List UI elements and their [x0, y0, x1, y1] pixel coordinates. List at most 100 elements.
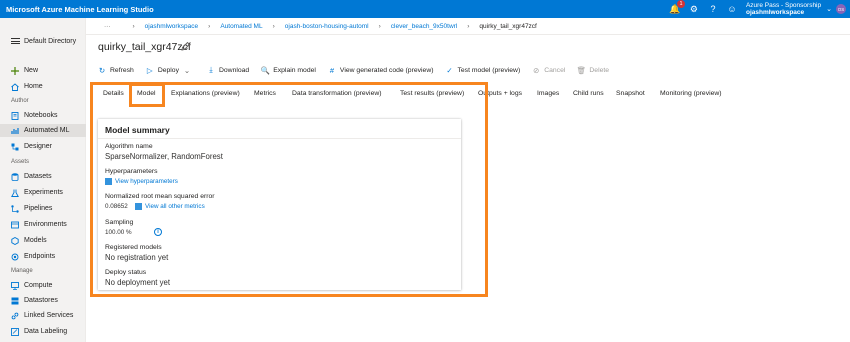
sidebar-item-compute[interactable]: Compute: [0, 279, 86, 292]
cancel-button[interactable]: ⊘ Cancel: [532, 65, 566, 75]
sidebar-item-label: Pipelines: [24, 205, 53, 212]
account-info[interactable]: Azure Pass - Sponsorship ojashmlworkspac…: [746, 2, 821, 16]
sidebar-item-models[interactable]: Models: [0, 234, 86, 247]
sidebar-section-assets: Assets: [11, 159, 30, 165]
delete-button[interactable]: 🗑 Delete: [576, 65, 610, 75]
sidebar-item-endpoints[interactable]: Endpoints: [0, 250, 86, 263]
chevron-down-icon[interactable]: ⌄: [826, 5, 832, 13]
deploy-button[interactable]: ▷ Deploy ⌄: [146, 66, 195, 75]
refresh-label: Refresh: [110, 66, 134, 74]
model-icon: [11, 236, 19, 245]
sidebar-item-label: Compute: [24, 282, 53, 289]
page-title: quirky_tail_xgr47zcf: [98, 41, 191, 53]
sidebar-item-notebooks[interactable]: Notebooks: [0, 109, 86, 122]
sidebar-item-label: Models: [24, 237, 47, 244]
explain-model-label: Explain model: [273, 66, 316, 74]
explain-icon: 🔍: [260, 65, 270, 75]
sidebar-item-designer[interactable]: Designer: [0, 140, 86, 153]
sidebar-item-label: Experiments: [24, 189, 63, 196]
delete-icon: 🗑: [576, 65, 587, 75]
experiment-icon: [11, 189, 19, 197]
chevron-right-icon: ›: [132, 22, 135, 30]
sidebar-item-datastores[interactable]: Datastores: [0, 294, 86, 307]
pipeline-icon: [11, 204, 19, 213]
label-icon: [11, 327, 19, 336]
sidebar-item-label: Data Labeling: [24, 328, 68, 335]
breadcrumb-current: quirky_tail_xgr47zcf: [479, 22, 537, 30]
cancel-icon: ⊘: [533, 65, 540, 75]
view-generated-code-button[interactable]: # View generated code (preview): [328, 65, 434, 75]
breadcrumb-item[interactable]: ojashmlworkspace: [145, 23, 198, 30]
account-name: Azure Pass - Sponsorship: [745, 2, 822, 9]
download-button[interactable]: ⤓ Download: [207, 65, 250, 74]
sidebar-item-label: Datastores: [24, 297, 58, 304]
top-bar-actions: 🔔 1 ⚙ ? ☺ Azure Pass - Sponsorship ojashm…: [668, 0, 850, 18]
sidebar-item-experiments[interactable]: Experiments: [0, 186, 86, 199]
sidebar-item-label: Automated ML: [24, 127, 70, 134]
chevron-down-icon[interactable]: ⌄: [183, 66, 191, 75]
chevron-right-icon: ›: [467, 22, 470, 30]
designer-icon: [11, 143, 19, 150]
breadcrumb-overflow[interactable]: ···: [104, 23, 111, 30]
sidebar-item-linked-services[interactable]: Linked Services: [0, 309, 86, 322]
test-model-button[interactable]: ✓ Test model (preview): [446, 65, 521, 75]
refresh-button[interactable]: ↻ Refresh: [98, 65, 134, 75]
breadcrumb-item[interactable]: Automated ML: [220, 23, 262, 30]
datastore-icon: [11, 297, 19, 304]
tab-snapshot[interactable]: Snapshot: [616, 90, 645, 97]
environment-icon: [11, 221, 19, 228]
sidebar-section-manage: Manage: [11, 268, 33, 274]
breadcrumb-item[interactable]: ojash-boston-housing-automl: [285, 23, 369, 30]
sidebar-item-pipelines[interactable]: Pipelines: [0, 202, 86, 215]
explain-model-button[interactable]: 🔍 Explain model: [260, 65, 316, 75]
help-icon[interactable]: ?: [706, 2, 720, 16]
gear-icon[interactable]: ⚙: [687, 2, 701, 16]
sidebar-item-label: Datasets: [24, 173, 52, 180]
chevron-right-icon: ›: [378, 22, 381, 30]
tab-child-runs[interactable]: Child runs: [573, 90, 604, 97]
sidebar-section-author: Author: [11, 98, 29, 104]
hamburger-icon[interactable]: [11, 38, 20, 44]
tab-monitoring[interactable]: Monitoring (preview): [660, 90, 722, 97]
notebook-icon: [11, 111, 19, 120]
breadcrumb-item[interactable]: clever_beach_9x50twrl: [391, 23, 457, 30]
compute-icon: [11, 281, 19, 290]
sidebar-item-datasets[interactable]: Datasets: [0, 170, 86, 183]
sidebar-item-home[interactable]: Home: [0, 80, 86, 93]
pencil-icon[interactable]: [180, 41, 191, 52]
endpoint-icon: [11, 253, 19, 260]
sidebar-item-new[interactable]: New: [0, 64, 86, 77]
highlight-box-model-tab: [129, 83, 165, 107]
automl-icon: [11, 127, 19, 134]
highlight-box: [90, 82, 488, 297]
home-icon: [11, 82, 19, 91]
test-icon: ✓: [446, 65, 453, 75]
sidebar-item-automated-ml[interactable]: Automated ML: [0, 124, 86, 137]
sidebar-item-environments[interactable]: Environments: [0, 218, 86, 231]
link-icon: [11, 312, 19, 319]
sidebar-item-label: Linked Services: [24, 312, 74, 319]
refresh-icon: ↻: [98, 65, 106, 75]
smiley-icon[interactable]: ☺: [725, 2, 739, 16]
sidebar-item-label: New: [24, 67, 39, 74]
cancel-label: Cancel: [544, 66, 566, 74]
chevron-right-icon: ›: [272, 22, 275, 30]
app-title[interactable]: Microsoft Azure Machine Learning Studio: [6, 5, 154, 14]
sidebar-item-data-labeling[interactable]: Data Labeling: [0, 325, 86, 338]
notification-badge: 1: [676, 0, 685, 8]
code-icon: #: [329, 65, 334, 75]
top-bar: Microsoft Azure Machine Learning Studio …: [0, 0, 850, 18]
delete-label: Delete: [589, 66, 610, 74]
breadcrumb: ··· › ojashmlworkspace › Automated ML › …: [86, 18, 850, 35]
download-label: Download: [218, 66, 250, 74]
sidebar-item-label: Home: [24, 83, 43, 90]
directory-label[interactable]: Default Directory: [24, 38, 76, 45]
test-model-label: Test model (preview): [457, 66, 521, 74]
bell-icon[interactable]: 🔔 1: [668, 0, 685, 16]
deploy-label: Deploy: [157, 66, 179, 74]
download-icon: ⤓: [209, 65, 213, 74]
view-generated-code-label: View generated code (preview): [339, 66, 434, 74]
tab-images[interactable]: Images: [537, 90, 559, 97]
chevron-right-icon: ›: [208, 22, 211, 30]
avatar[interactable]: OS: [836, 4, 846, 14]
